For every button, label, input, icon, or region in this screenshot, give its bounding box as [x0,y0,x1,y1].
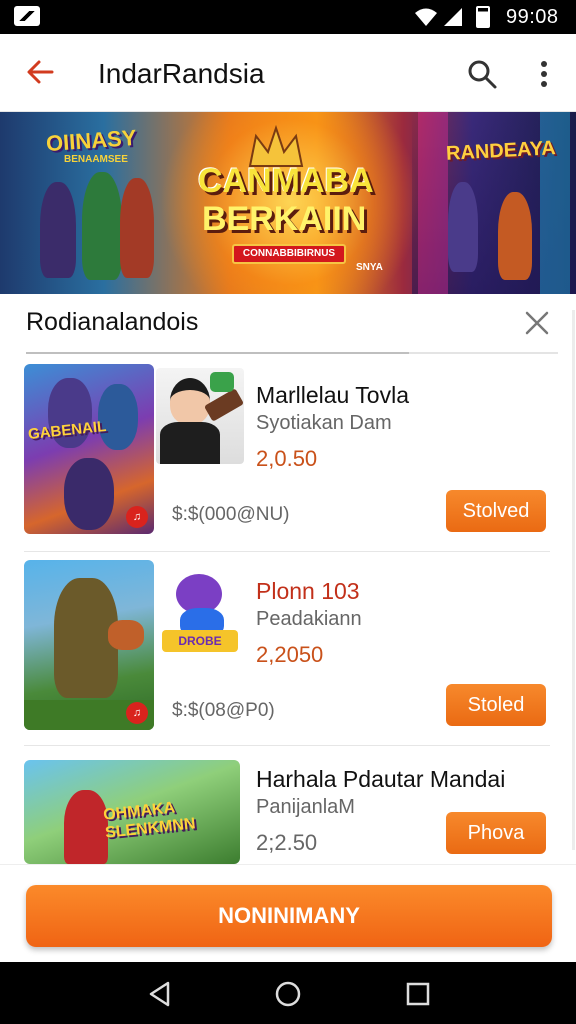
banner-character [120,178,154,278]
banner-headline-2: BERKAIIN [202,200,367,238]
page-title: IndarRandsia [98,58,265,89]
item-name: Plonn 103 [256,578,360,604]
sheet-heading: Rodianalandois [26,308,199,336]
list-item[interactable]: ♫ DROBE Plonn 103 Peadakiann 2,2050 $:$(… [24,560,550,746]
item-action-button[interactable]: Stoled [446,684,546,726]
app-bar: IndarRandsia [0,34,576,112]
results-sheet: Rodianalandois GABENAIL ♫ Marllelau Tovl… [0,294,576,864]
item-action-button[interactable]: Stolved [446,490,546,532]
rating-badge-icon: ♫ [126,702,148,724]
recents-square-icon[interactable] [404,980,432,1008]
wifi-icon [415,8,437,26]
item-subtitle: Peadakiann [256,608,362,630]
banner-left-title: OIINASY [45,124,138,157]
thumb-title: OHMAKA SLENKMNN [102,799,197,842]
primary-cta-button[interactable]: NONINIMANY [26,885,552,947]
promo-banner[interactable]: OIINASY BENAAMSEE CANMABA BERKAIIN CONNA… [0,112,576,294]
clock: 99:08 [506,6,559,28]
item-secondary-price: $:$(000@NU) [172,504,290,525]
battery-icon [476,6,490,28]
scrollbar[interactable] [572,310,575,850]
sheet-progress-fill [26,352,410,354]
signal-icon [444,8,462,26]
item-secondary-price: $:$(08@P0) [172,700,275,721]
home-circle-icon[interactable] [274,980,302,1008]
item-price: 2;2.50 [256,830,318,855]
list-item[interactable]: GABENAIL ♫ Marllelau Tovla Syotiakan Dam… [24,364,550,552]
item-action-button[interactable]: Phova [446,812,546,854]
system-nav-bar [0,962,576,1024]
game-thumbnail: GABENAIL ♫ [24,364,154,534]
character-portrait [156,368,244,464]
mascot-label: DROBE [162,630,238,652]
banner-character [82,172,122,280]
list-item[interactable]: OHMAKA SLENKMNN Harhala Pdautar Mandai P… [24,760,550,870]
close-icon[interactable] [524,310,550,336]
item-subtitle: Syotiakan Dam [256,412,392,434]
search-icon[interactable] [466,58,498,90]
bottom-action-area: NONINIMANY [0,864,576,962]
item-name: Harhala Pdautar Mandai [256,766,506,792]
mascot-icon: DROBE [156,564,244,660]
item-price: 2,2050 [256,642,324,667]
arrow-back-icon[interactable] [24,56,56,88]
sheet-progress-track [26,352,558,354]
banner-left-subtitle: BENAAMSEE [64,154,128,165]
back-triangle-icon[interactable] [146,980,174,1008]
app-logo-icon [14,6,40,26]
item-price: 2,0.50 [256,446,318,471]
rating-badge-icon: ♫ [126,506,148,528]
status-bar: 99:08 [0,0,576,34]
item-name: Marllelau Tovla [256,382,409,408]
banner-headline-1: CANMABA [198,162,374,200]
item-subtitle: PanijanlaM [256,796,355,818]
more-vert-icon[interactable] [530,58,558,90]
game-thumbnail: ♫ [24,560,154,730]
game-thumbnail: OHMAKA SLENKMNN [24,760,240,864]
banner-tag: SNYA [356,262,383,273]
banner-ribbon: CONNABBIBIRNUS [232,244,346,264]
banner-character [40,182,76,278]
